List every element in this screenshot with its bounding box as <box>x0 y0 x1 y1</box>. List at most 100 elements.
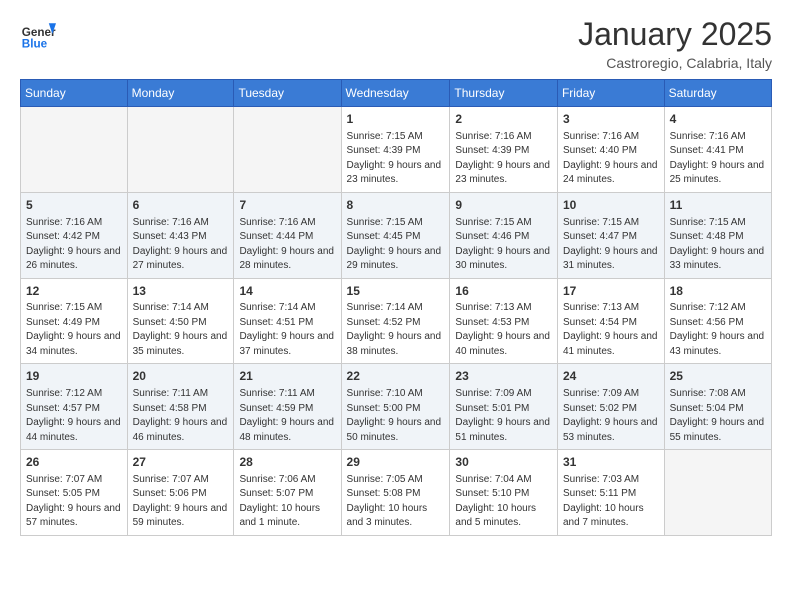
day-number: 8 <box>347 197 445 214</box>
table-row: 1Sunrise: 7:15 AM Sunset: 4:39 PM Daylig… <box>341 107 450 193</box>
table-row: 16Sunrise: 7:13 AM Sunset: 4:53 PM Dayli… <box>450 278 558 364</box>
table-row: 6 Sunrise: 7:16 AM Sunset: 4:43 PM Daylig… <box>127 192 234 278</box>
calendar-week-row: 26Sunrise: 7:07 AM Sunset: 5:05 PM Dayli… <box>21 450 772 536</box>
logo-area: General Blue <box>20 16 60 52</box>
day-number: 17 <box>563 283 659 300</box>
table-row: 10 Sunrise: 7:15 AM Sunset: 4:47 PM Dayli… <box>557 192 664 278</box>
day-number: 15 <box>347 283 445 300</box>
day-info: Sunrise: 7:09 AM Sunset: 5:01 PM Dayligh… <box>455 387 552 445</box>
table-row: 4 Sunrise: 7:16 AM Sunset: 4:41 PM Daylig… <box>664 107 771 193</box>
table-row: 14Sunrise: 7:14 AM Sunset: 4:51 PM Dayli… <box>234 278 341 364</box>
table-row: 5Sunrise: 7:16 AM Sunset: 4:42 PM Daylig… <box>21 192 128 278</box>
day-number: 11 <box>670 197 766 214</box>
day-info: Sunrise: 7:13 AM Sunset: 4:53 PM Dayligh… <box>455 301 552 359</box>
table-row: 22Sunrise: 7:10 AM Sunset: 5:00 PM Dayli… <box>341 364 450 450</box>
day-number: 23 <box>455 368 552 385</box>
day-info: Sunrise: 7:16 AM Sunset: 4:42 PM Dayligh… <box>26 216 122 274</box>
day-number: 24 <box>563 368 659 385</box>
day-number: 9 <box>455 197 552 214</box>
header: General Blue January 2025 Castroregio, C… <box>20 16 772 71</box>
day-info: Sunrise: 7:16 AM Sunset: 4:44 PM Dayligh… <box>239 216 335 274</box>
day-info: Sunrise: 7:06 AM Sunset: 5:07 PM Dayligh… <box>239 473 335 531</box>
day-number: 2 <box>455 111 552 128</box>
table-row: 11 Sunrise: 7:15 AM Sunset: 4:48 PM Dayli… <box>664 192 771 278</box>
day-number: 12 <box>26 283 122 300</box>
header-wednesday: Wednesday <box>341 80 450 107</box>
day-number: 6 <box>133 197 229 214</box>
day-info: Sunrise: 7:16 AM Sunset: 4:43 PM Dayligh… <box>133 216 229 274</box>
weekday-header-row: Sunday Monday Tuesday Wednesday Thursday… <box>21 80 772 107</box>
title-area: January 2025 Castroregio, Calabria, Ital… <box>578 16 772 71</box>
table-row: 25Sunrise: 7:08 AM Sunset: 5:04 PM Dayli… <box>664 364 771 450</box>
table-row: 17Sunrise: 7:13 AM Sunset: 4:54 PM Dayli… <box>557 278 664 364</box>
day-number: 19 <box>26 368 122 385</box>
day-number: 20 <box>133 368 229 385</box>
header-saturday: Saturday <box>664 80 771 107</box>
page: General Blue January 2025 Castroregio, C… <box>0 0 792 552</box>
day-info: Sunrise: 7:12 AM Sunset: 4:57 PM Dayligh… <box>26 387 122 445</box>
table-row: 30Sunrise: 7:04 AM Sunset: 5:10 PM Dayli… <box>450 450 558 536</box>
day-number: 4 <box>670 111 766 128</box>
logo-icon: General Blue <box>20 16 56 52</box>
day-info: Sunrise: 7:04 AM Sunset: 5:10 PM Dayligh… <box>455 473 552 531</box>
day-info: Sunrise: 7:13 AM Sunset: 4:54 PM Dayligh… <box>563 301 659 359</box>
month-title: January 2025 <box>578 16 772 53</box>
header-friday: Friday <box>557 80 664 107</box>
svg-text:Blue: Blue <box>22 38 48 51</box>
day-number: 22 <box>347 368 445 385</box>
calendar-week-row: 12Sunrise: 7:15 AM Sunset: 4:49 PM Dayli… <box>21 278 772 364</box>
day-info: Sunrise: 7:07 AM Sunset: 5:06 PM Dayligh… <box>133 473 229 531</box>
table-row: 20 Sunrise: 7:11 AM Sunset: 4:58 PM Dayli… <box>127 364 234 450</box>
table-row: 9 Sunrise: 7:15 AM Sunset: 4:46 PM Daylig… <box>450 192 558 278</box>
table-row: 7 Sunrise: 7:16 AM Sunset: 4:44 PM Daylig… <box>234 192 341 278</box>
day-info: Sunrise: 7:11 AM Sunset: 4:59 PM Dayligh… <box>239 387 335 445</box>
table-row: 23 Sunrise: 7:09 AM Sunset: 5:01 PM Dayli… <box>450 364 558 450</box>
day-number: 18 <box>670 283 766 300</box>
day-info: Sunrise: 7:15 AM Sunset: 4:48 PM Dayligh… <box>670 216 766 274</box>
table-row: 18Sunrise: 7:12 AM Sunset: 4:56 PM Dayli… <box>664 278 771 364</box>
table-row: 8 Sunrise: 7:15 AM Sunset: 4:45 PM Daylig… <box>341 192 450 278</box>
day-number: 10 <box>563 197 659 214</box>
table-row: 2Sunrise: 7:16 AM Sunset: 4:39 PM Daylig… <box>450 107 558 193</box>
calendar-week-row: 5Sunrise: 7:16 AM Sunset: 4:42 PM Daylig… <box>21 192 772 278</box>
calendar-table: Sunday Monday Tuesday Wednesday Thursday… <box>20 79 772 536</box>
day-info: Sunrise: 7:15 AM Sunset: 4:45 PM Dayligh… <box>347 216 445 274</box>
calendar-week-row: 19 Sunrise: 7:12 AM Sunset: 4:57 PM Dayli… <box>21 364 772 450</box>
table-row: 27Sunrise: 7:07 AM Sunset: 5:06 PM Dayli… <box>127 450 234 536</box>
day-info: Sunrise: 7:14 AM Sunset: 4:50 PM Dayligh… <box>133 301 229 359</box>
day-info: Sunrise: 7:12 AM Sunset: 4:56 PM Dayligh… <box>670 301 766 359</box>
day-number: 26 <box>26 454 122 471</box>
day-number: 21 <box>239 368 335 385</box>
table-row: 21 Sunrise: 7:11 AM Sunset: 4:59 PM Dayli… <box>234 364 341 450</box>
table-row: 3Sunrise: 7:16 AM Sunset: 4:40 PM Daylig… <box>557 107 664 193</box>
day-info: Sunrise: 7:15 AM Sunset: 4:46 PM Dayligh… <box>455 216 552 274</box>
table-row: 29Sunrise: 7:05 AM Sunset: 5:08 PM Dayli… <box>341 450 450 536</box>
header-tuesday: Tuesday <box>234 80 341 107</box>
table-row: 19 Sunrise: 7:12 AM Sunset: 4:57 PM Dayli… <box>21 364 128 450</box>
day-info: Sunrise: 7:09 AM Sunset: 5:02 PM Dayligh… <box>563 387 659 445</box>
day-info: Sunrise: 7:14 AM Sunset: 4:52 PM Dayligh… <box>347 301 445 359</box>
day-info: Sunrise: 7:15 AM Sunset: 4:47 PM Dayligh… <box>563 216 659 274</box>
location-title: Castroregio, Calabria, Italy <box>578 55 772 71</box>
table-row <box>127 107 234 193</box>
day-number: 29 <box>347 454 445 471</box>
header-monday: Monday <box>127 80 234 107</box>
day-info: Sunrise: 7:11 AM Sunset: 4:58 PM Dayligh… <box>133 387 229 445</box>
table-row: 12Sunrise: 7:15 AM Sunset: 4:49 PM Dayli… <box>21 278 128 364</box>
day-info: Sunrise: 7:15 AM Sunset: 4:39 PM Dayligh… <box>347 130 445 188</box>
day-info: Sunrise: 7:16 AM Sunset: 4:41 PM Dayligh… <box>670 130 766 188</box>
table-row: 28 Sunrise: 7:06 AM Sunset: 5:07 PM Dayli… <box>234 450 341 536</box>
day-number: 28 <box>239 454 335 471</box>
header-thursday: Thursday <box>450 80 558 107</box>
day-info: Sunrise: 7:16 AM Sunset: 4:40 PM Dayligh… <box>563 130 659 188</box>
day-number: 14 <box>239 283 335 300</box>
table-row <box>234 107 341 193</box>
day-number: 16 <box>455 283 552 300</box>
table-row: 13Sunrise: 7:14 AM Sunset: 4:50 PM Dayli… <box>127 278 234 364</box>
table-row: 24 Sunrise: 7:09 AM Sunset: 5:02 PM Dayli… <box>557 364 664 450</box>
day-info: Sunrise: 7:15 AM Sunset: 4:49 PM Dayligh… <box>26 301 122 359</box>
day-info: Sunrise: 7:03 AM Sunset: 5:11 PM Dayligh… <box>563 473 659 531</box>
calendar-week-row: 1Sunrise: 7:15 AM Sunset: 4:39 PM Daylig… <box>21 107 772 193</box>
day-number: 7 <box>239 197 335 214</box>
day-number: 25 <box>670 368 766 385</box>
